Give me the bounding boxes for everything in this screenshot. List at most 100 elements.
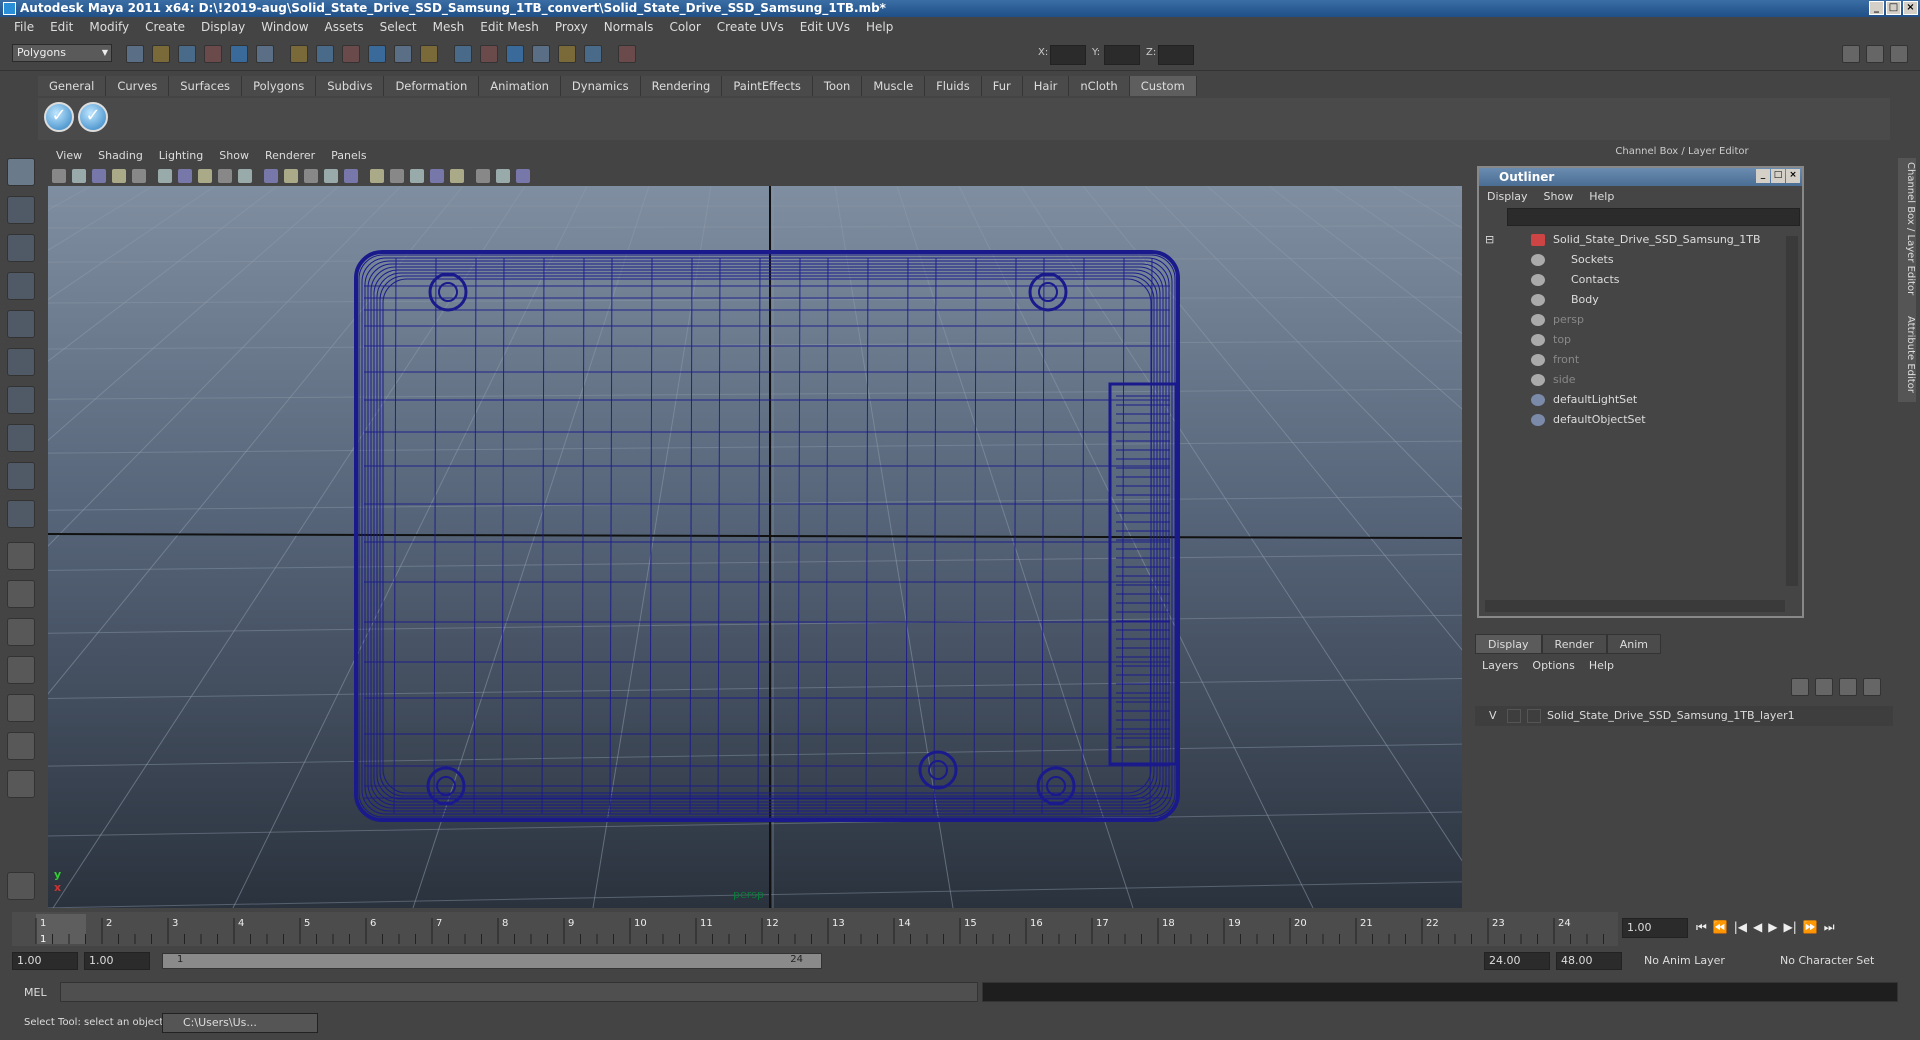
layer-menu-options[interactable]: Options (1525, 659, 1581, 672)
close-button[interactable]: × (1903, 1, 1918, 15)
persp-hypershade-layout-icon[interactable] (7, 694, 35, 722)
layer-menu-layers[interactable]: Layers (1475, 659, 1525, 672)
snap-grid-icon[interactable] (316, 45, 334, 63)
two-d-pan-icon[interactable] (132, 169, 146, 183)
show-manip-tool-icon[interactable] (7, 462, 35, 490)
resolution-gate-icon[interactable] (198, 169, 212, 183)
field-chart-icon[interactable] (238, 169, 252, 183)
four-view-layout-icon[interactable] (7, 580, 35, 608)
menu-normals[interactable]: Normals (596, 20, 662, 34)
layer-visibility-toggle[interactable]: V (1489, 706, 1497, 726)
persp-outliner-layout-icon[interactable] (7, 618, 35, 646)
new-layer-selected-icon[interactable] (1815, 678, 1833, 696)
expand-collapse-icon[interactable]: ⊟ (1485, 230, 1494, 250)
viewport-menu-show[interactable]: Show (211, 147, 257, 165)
menu-window[interactable]: Window (253, 20, 316, 34)
universal-manip-icon[interactable] (7, 386, 35, 414)
lasso-tool-icon[interactable] (7, 196, 35, 224)
z-input[interactable] (1158, 45, 1194, 65)
make-live-icon[interactable] (420, 45, 438, 63)
select-tool-icon[interactable] (7, 158, 35, 186)
select-object-icon[interactable] (230, 45, 248, 63)
menu-assets[interactable]: Assets (317, 20, 372, 34)
menu-color[interactable]: Color (661, 20, 708, 34)
playback-range-handle[interactable]: 1 24 (162, 953, 822, 969)
layer-playback-toggle[interactable] (1507, 709, 1521, 723)
shelf-tab-animation[interactable]: Animation (479, 76, 561, 96)
menu-edit[interactable]: Edit (42, 20, 81, 34)
channel-box-toggle-icon[interactable] (1842, 45, 1860, 63)
menu-modify[interactable]: Modify (81, 20, 137, 34)
maximize-button[interactable]: □ (1886, 1, 1901, 15)
menu-select[interactable]: Select (372, 20, 425, 34)
outliner-menu-display[interactable]: Display (1479, 190, 1536, 203)
custom-shelf-check-icon-2[interactable]: ✓ (78, 102, 108, 132)
move-layer-down-icon[interactable] (1863, 678, 1881, 696)
open-scene-icon[interactable] (152, 45, 170, 63)
outliner-item-front[interactable]: front (1479, 350, 1779, 370)
animation-end-input[interactable]: 48.00 (1556, 952, 1622, 970)
menu-edit-mesh[interactable]: Edit Mesh (472, 20, 547, 34)
rotate-tool-icon[interactable] (7, 310, 35, 338)
step-forward-key-icon[interactable]: ⏩ (1803, 920, 1818, 935)
input-line-icon[interactable] (584, 45, 602, 63)
snap-curve-icon[interactable] (342, 45, 360, 63)
character-set-dropdown[interactable]: No Character Set (1776, 952, 1896, 970)
menu-create-uvs[interactable]: Create UVs (709, 20, 792, 34)
shelf-tab-muscle[interactable]: Muscle (862, 76, 926, 96)
last-tool-icon[interactable] (7, 500, 35, 528)
animation-start-input[interactable]: 1.00 (12, 952, 78, 970)
select-camera-icon[interactable] (52, 169, 66, 183)
default-lighting-icon[interactable] (390, 169, 404, 183)
shelf-tab-fluids[interactable]: Fluids (925, 76, 982, 96)
shelf-tab-polygons[interactable]: Polygons (242, 76, 317, 96)
go-to-end-icon[interactable]: ⏭ (1824, 920, 1835, 935)
playback-end-input[interactable]: 24.00 (1484, 952, 1550, 970)
command-language-label[interactable]: MEL (24, 986, 47, 999)
smooth-shade-icon[interactable] (324, 169, 338, 183)
new-layer-icon[interactable] (1791, 678, 1809, 696)
select-hierarchy-icon[interactable] (204, 45, 222, 63)
outliner-item-sockets[interactable]: Sockets (1479, 250, 1779, 270)
layer-color-swatch[interactable] (1527, 709, 1541, 723)
layer-tab-render[interactable]: Render (1541, 634, 1607, 654)
menu-mesh[interactable]: Mesh (425, 20, 473, 34)
isolate-select-icon[interactable] (450, 169, 464, 183)
outliner-menu-help[interactable]: Help (1581, 190, 1622, 203)
menu-create[interactable]: Create (137, 20, 193, 34)
gate-mask-icon[interactable] (218, 169, 232, 183)
shelf-tab-deformation[interactable]: Deformation (384, 76, 480, 96)
single-perspective-layout-icon[interactable] (7, 542, 35, 570)
snap-point-icon[interactable] (368, 45, 386, 63)
outliner-vscrollbar[interactable] (1786, 236, 1798, 586)
soft-mod-tool-icon[interactable] (7, 424, 35, 452)
scale-tool-icon[interactable] (7, 348, 35, 376)
tool-settings-toggle-icon[interactable] (1890, 45, 1908, 63)
shelf-tab-painteffects[interactable]: PaintEffects (722, 76, 813, 96)
ipr-render-icon[interactable] (506, 45, 524, 63)
viewport-menu-view[interactable]: View (48, 147, 90, 165)
image-plane-icon[interactable] (112, 169, 126, 183)
persp-graph-hypergraph-layout-icon[interactable] (7, 732, 35, 760)
safe-title-icon[interactable] (284, 169, 298, 183)
step-back-frame-icon[interactable]: |◀ (1734, 920, 1747, 935)
select-component-icon[interactable] (256, 45, 274, 63)
perspective-viewport[interactable]: persp yx (48, 186, 1462, 908)
shelf-tab-hair[interactable]: Hair (1022, 76, 1070, 96)
shadows-icon[interactable] (430, 169, 444, 183)
play-forward-icon[interactable]: ▶ (1768, 920, 1777, 935)
shelf-tab-general[interactable]: General (38, 76, 107, 96)
outliner-item-defaultlightset[interactable]: defaultLightSet (1479, 390, 1779, 410)
shelf-tab-toon[interactable]: Toon (812, 76, 863, 96)
move-tool-icon[interactable] (7, 272, 35, 300)
outliner-item-side[interactable]: side (1479, 370, 1779, 390)
new-scene-icon[interactable] (126, 45, 144, 63)
layer-menu-help[interactable]: Help (1582, 659, 1621, 672)
attribute-editor-toggle-icon[interactable] (1866, 45, 1884, 63)
step-forward-frame-icon[interactable]: ▶| (1784, 920, 1797, 935)
outliner-hscrollbar[interactable] (1485, 600, 1785, 612)
xray-icon[interactable] (476, 169, 490, 183)
paint-select-tool-icon[interactable] (7, 234, 35, 262)
film-gate-icon[interactable] (178, 169, 192, 183)
wireframe-on-shaded-icon[interactable] (344, 169, 358, 183)
